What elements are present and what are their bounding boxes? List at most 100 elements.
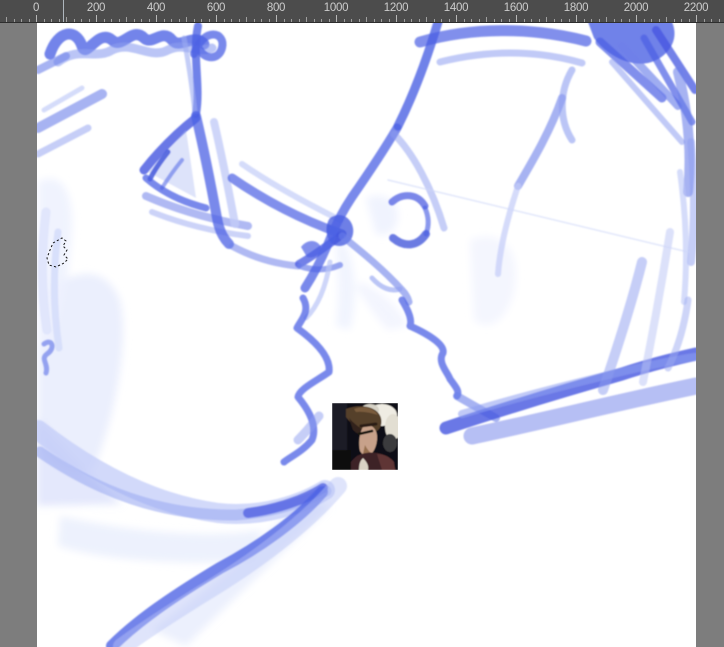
ruler-tick (111, 19, 112, 22)
ruler-tick (658, 19, 660, 22)
ruler-tick (126, 17, 127, 22)
ruler-tick (73, 19, 75, 22)
ruler-tick (418, 19, 420, 22)
ruler-tick (433, 19, 435, 22)
ruler-tick (516, 15, 517, 22)
ruler-tick (96, 15, 97, 22)
ruler-label: 600 (206, 2, 226, 14)
reference-photo-paint (332, 403, 398, 470)
ruler-tick (276, 15, 277, 22)
brush-stroke (436, 49, 586, 67)
ruler-tick (598, 19, 600, 22)
ruler-tick (208, 19, 210, 22)
ruler-tick (621, 19, 622, 22)
ruler-tick (66, 17, 67, 22)
ruler-tick (703, 19, 705, 22)
ruler-tick (268, 19, 270, 22)
ruler-tick (606, 17, 607, 22)
ruler-tick (51, 19, 52, 22)
sketch-svg (37, 22, 696, 647)
ruler-tick (673, 19, 675, 22)
ruler-tick (508, 19, 510, 22)
ruler-tick (133, 19, 135, 22)
ruler-tick (523, 19, 525, 22)
ruler-tick (463, 19, 465, 22)
ruler-tick (396, 15, 397, 22)
brush-stroke (514, 94, 566, 190)
ruler-tick (283, 19, 285, 22)
ruler-tick (13, 19, 15, 22)
ruler-label: 800 (266, 2, 286, 14)
ruler-tick (643, 19, 645, 22)
ruler-tick (351, 19, 352, 22)
ruler-tick (411, 19, 412, 22)
photo-shape (332, 450, 351, 470)
ruler-tick (448, 19, 450, 22)
ruler-tick (381, 19, 382, 22)
ruler-tick (546, 17, 547, 22)
ruler-tick (388, 19, 390, 22)
ruler-tick (36, 15, 37, 22)
ruler-tick (313, 19, 315, 22)
brush-stroke (335, 242, 355, 330)
ruler-tick (471, 19, 472, 22)
brush-stroke (388, 192, 429, 210)
brush-stroke (414, 25, 592, 48)
ruler-tick (141, 19, 142, 22)
ruler-tick (291, 19, 292, 22)
ruler-tick (201, 19, 202, 22)
brush-stroke (37, 207, 52, 335)
ruler-tick (403, 19, 405, 22)
brush-stroke (37, 124, 92, 158)
brush-stroke (389, 230, 430, 249)
ruler-tick (21, 19, 22, 22)
ruler-tick (88, 19, 90, 22)
ruler-tick (681, 19, 682, 22)
ruler-label: 2200 (683, 2, 709, 14)
ruler-tick (538, 19, 540, 22)
ruler-label: 1000 (323, 2, 349, 14)
ruler-tick (688, 19, 690, 22)
ruler-tick (576, 15, 577, 22)
editor-viewport: 0 200 400 600 800 1000 1200 1400 1600 1800 2000 220… (0, 0, 724, 647)
ruler-tick (636, 15, 637, 22)
ruler-tick (261, 19, 262, 22)
ruler-tick (163, 19, 165, 22)
ruler-label: 2000 (623, 2, 649, 14)
ruler-tick (156, 15, 157, 22)
ruler-tick (223, 19, 225, 22)
ruler-tick (666, 17, 667, 22)
ruler-tick (58, 19, 60, 22)
ruler-tick (441, 19, 442, 22)
brush-stroke (687, 138, 696, 266)
ruler-tick (118, 19, 120, 22)
ruler-tick (298, 19, 300, 22)
ruler-tick (343, 19, 345, 22)
ruler-tick (43, 19, 45, 22)
ruler-tick (456, 15, 457, 22)
ruler-tick (81, 19, 82, 22)
ruler-tick (171, 19, 172, 22)
brush-stroke (398, 296, 462, 400)
ruler-tick (531, 19, 532, 22)
brush-stroke (228, 242, 302, 270)
ruler-tick (568, 19, 570, 22)
photo-shape (359, 422, 378, 428)
ruler-tick (306, 17, 307, 22)
ruler-tick (336, 15, 337, 22)
ruler-tick (366, 17, 367, 22)
ruler-label: 200 (86, 2, 106, 14)
horizontal-ruler[interactable]: 0 200 400 600 800 1000 1200 1400 1600 1800 2000 220… (0, 0, 724, 23)
ruler-tick (561, 19, 562, 22)
ruler-tick (711, 19, 712, 22)
photo-shape (383, 434, 397, 452)
ruler-label: 1200 (383, 2, 409, 14)
ruler-tick (501, 19, 502, 22)
ruler-tick (613, 19, 615, 22)
ruler-label: 1800 (563, 2, 589, 14)
reference-photo[interactable] (332, 403, 401, 470)
ruler-tick (493, 19, 495, 22)
brush-stroke (558, 66, 576, 144)
brush-stroke (387, 179, 689, 253)
ruler-tick (178, 19, 180, 22)
